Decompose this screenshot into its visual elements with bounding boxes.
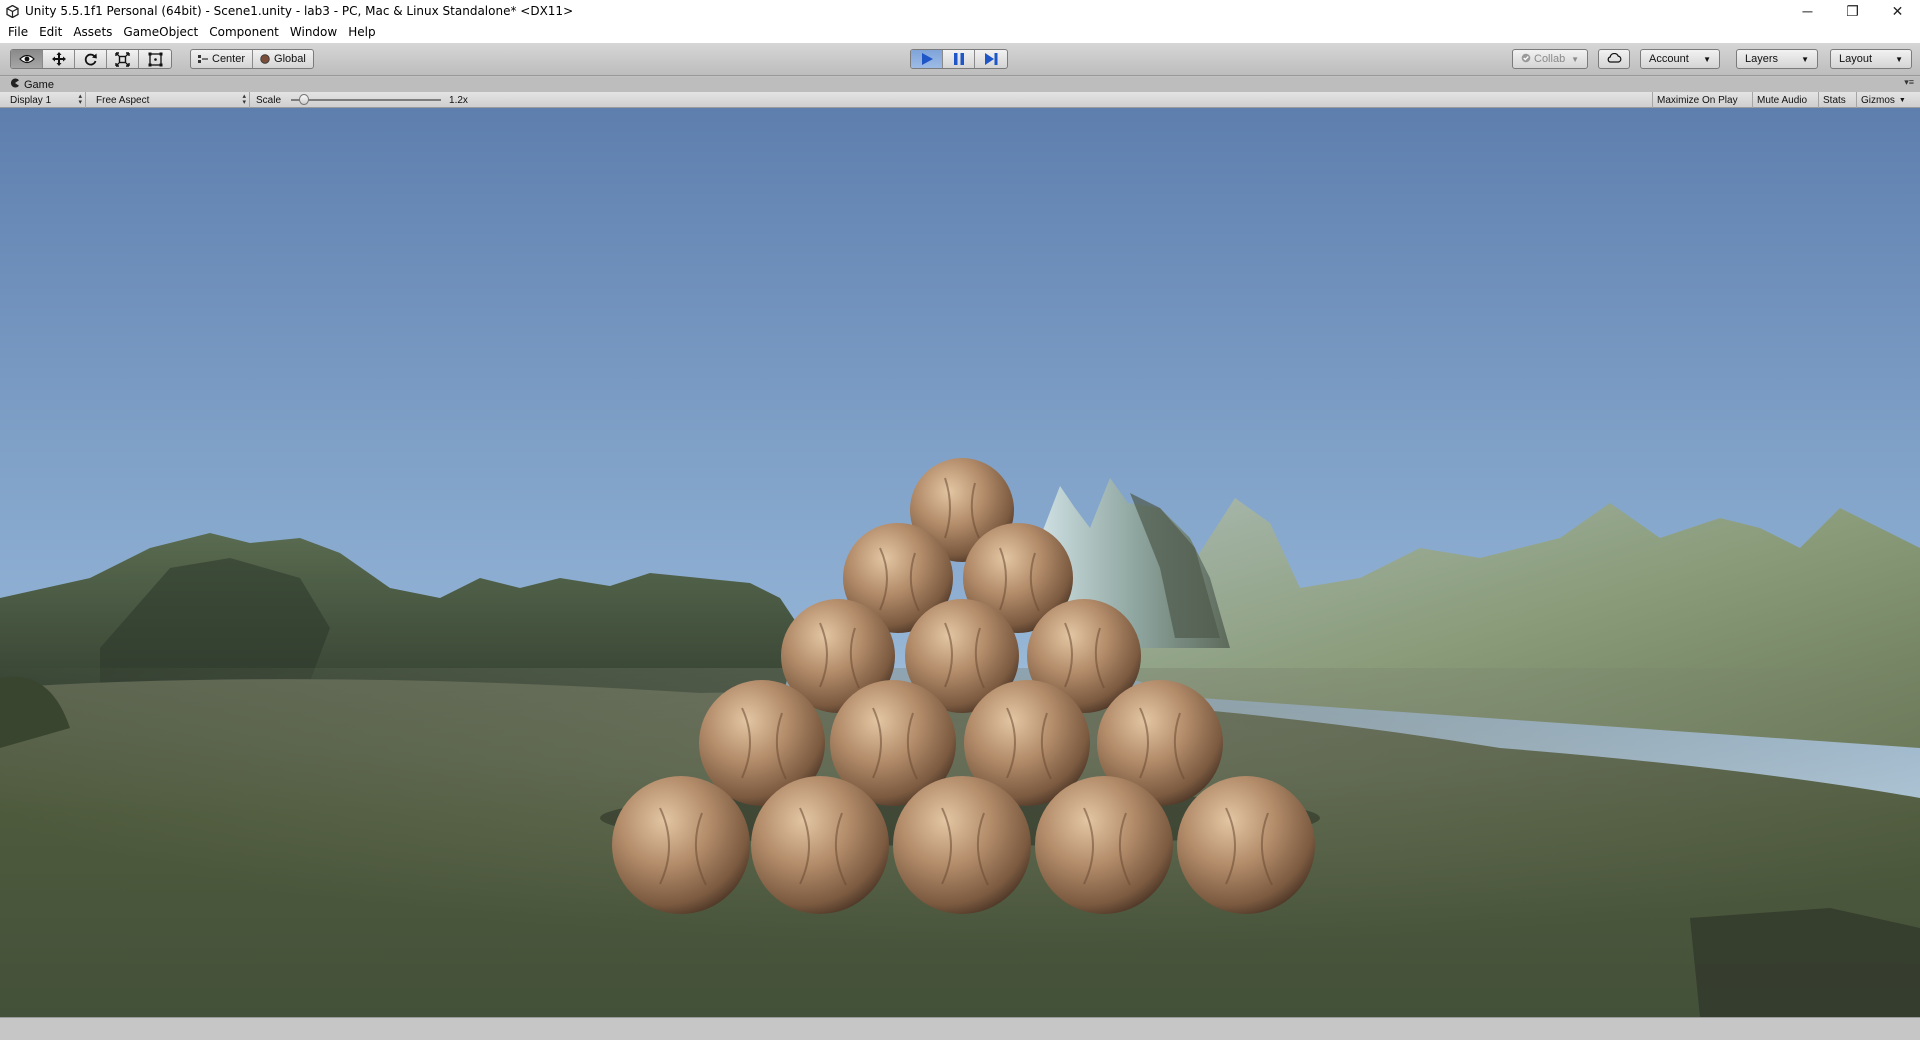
account-dropdown-caret: ▼	[1703, 54, 1711, 64]
aspect-dropdown[interactable]: Free Aspect ▴ ▾	[92, 92, 250, 108]
minimize-button[interactable]: ─	[1785, 0, 1830, 22]
display-label: Display 1	[10, 94, 52, 106]
window-title: Unity 5.5.1f1 Personal (64bit) - Scene1.…	[25, 4, 574, 18]
maximize-on-play-toggle[interactable]: Maximize On Play	[1652, 92, 1742, 108]
menu-window[interactable]: Window	[285, 22, 343, 43]
globe-icon	[260, 54, 270, 64]
move-tool-button[interactable]	[43, 50, 75, 68]
step-button[interactable]	[975, 50, 1007, 68]
gizmos-caret: ▼	[1898, 96, 1906, 104]
sphere	[893, 776, 1031, 914]
panel-options-icon[interactable]: ▾≡	[1904, 77, 1914, 88]
menu-file[interactable]: File	[3, 22, 34, 43]
play-icon	[921, 53, 933, 65]
display-dropdown[interactable]: Display 1 ▴ ▾	[6, 92, 86, 108]
layout-label: Layout	[1839, 53, 1873, 65]
sphere	[751, 776, 889, 914]
updown-arrows-icon: ▴ ▾	[78, 93, 82, 106]
layers-dropdown-caret: ▼	[1801, 54, 1809, 64]
play-button[interactable]	[911, 50, 943, 68]
menu-gameobject[interactable]: GameObject	[118, 22, 204, 43]
pivot-global-label: Global	[274, 53, 306, 65]
pivot-center-label: Center	[212, 53, 246, 65]
aspect-label: Free Aspect	[96, 94, 150, 106]
layout-dropdown-caret: ▼	[1895, 54, 1903, 64]
main-toolbar: Center Global Collab ▼ Account ▼ Layers …	[0, 43, 1920, 76]
window-titlebar: Unity 5.5.1f1 Personal (64bit) - Scene1.…	[0, 0, 1920, 22]
tab-game-label: Game	[24, 78, 54, 91]
updown-arrows-icon: ▴ ▾	[242, 93, 246, 106]
collab-button[interactable]: Collab ▼	[1512, 49, 1588, 69]
eye-icon	[18, 54, 35, 64]
scale-label: Scale	[256, 94, 282, 106]
game-view-viewport[interactable]	[0, 108, 1920, 1017]
stats-label: Stats	[1823, 94, 1846, 106]
view-tool-button[interactable]	[11, 50, 43, 68]
pacman-game-icon	[10, 78, 20, 91]
cloud-button[interactable]	[1598, 49, 1630, 69]
scale-control: Scale 1.2x	[256, 92, 468, 108]
scale-tool-button[interactable]	[107, 50, 139, 68]
gizmos-dropdown[interactable]: Gizmos ▼	[1856, 92, 1910, 108]
game-view-controls: Display 1 ▴ ▾ Free Aspect ▴ ▾ Scale 1.2x M…	[0, 92, 1920, 108]
account-dropdown[interactable]: Account ▼	[1640, 49, 1720, 69]
menu-assets[interactable]: Assets	[68, 22, 118, 43]
rect-transform-icon	[148, 52, 163, 67]
rotate-icon	[83, 52, 98, 67]
game-panel-tabbar: Game ▾≡	[0, 77, 1920, 92]
game-scene	[0, 108, 1920, 1017]
pivot-global-button[interactable]: Global	[253, 50, 313, 68]
window-controls: ─ ❐ ✕	[1785, 0, 1920, 22]
ground-shadow	[1690, 908, 1920, 1017]
cloud-icon	[1606, 52, 1622, 66]
sphere	[612, 776, 750, 914]
collab-dropdown-caret: ▼	[1571, 54, 1579, 64]
scale-slider-track[interactable]	[291, 94, 442, 105]
stats-toggle[interactable]: Stats	[1818, 92, 1850, 108]
layout-dropdown[interactable]: Layout ▼	[1830, 49, 1912, 69]
mute-audio-label: Mute Audio	[1757, 94, 1808, 106]
sphere	[1177, 776, 1315, 914]
status-bar	[0, 1017, 1920, 1040]
pivot-toggles: Center Global	[190, 49, 314, 69]
collab-label: Collab	[1534, 53, 1566, 65]
check-circle-icon	[1521, 53, 1531, 66]
rotate-tool-button[interactable]	[75, 50, 107, 68]
rect-tool-button[interactable]	[139, 50, 171, 68]
sphere	[1035, 776, 1173, 914]
restore-button[interactable]: ❐	[1830, 0, 1875, 22]
menu-help[interactable]: Help	[343, 22, 381, 43]
menu-bar: File Edit Assets GameObject Component Wi…	[0, 22, 1920, 43]
step-icon	[984, 53, 998, 65]
gizmos-label: Gizmos	[1861, 94, 1895, 106]
pause-button[interactable]	[943, 50, 975, 68]
transform-tools	[10, 49, 172, 69]
pivot-center-button[interactable]: Center	[191, 50, 254, 68]
scale-value: 1.2x	[449, 94, 468, 106]
play-controls	[910, 49, 1008, 69]
menu-component[interactable]: Component	[204, 22, 285, 43]
close-button[interactable]: ✕	[1875, 0, 1920, 22]
layers-label: Layers	[1745, 53, 1779, 65]
tab-game[interactable]: Game	[4, 77, 60, 92]
pivot-center-icon	[198, 54, 208, 64]
layers-dropdown[interactable]: Layers ▼	[1736, 49, 1818, 69]
pause-icon	[953, 53, 964, 65]
mute-audio-toggle[interactable]: Mute Audio	[1752, 92, 1811, 108]
scale-slider-knob[interactable]	[299, 94, 310, 105]
move-arrows-icon	[51, 51, 67, 67]
unity-logo-icon	[5, 4, 19, 18]
scale-icon	[115, 51, 130, 67]
account-label: Account	[1649, 53, 1689, 65]
menu-edit[interactable]: Edit	[34, 22, 68, 43]
maximize-on-play-label: Maximize On Play	[1657, 94, 1738, 106]
